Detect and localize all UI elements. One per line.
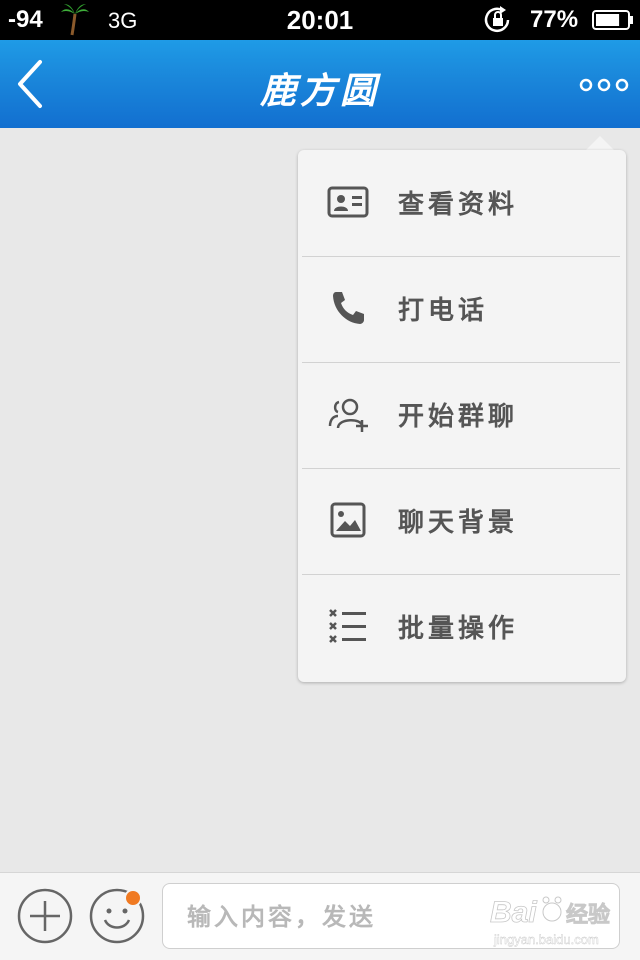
status-bar: -94 3G 20:01 77% bbox=[0, 0, 640, 40]
watermark-brand: Bai bbox=[490, 896, 537, 929]
page-title: 鹿方圆 bbox=[259, 70, 380, 112]
nav-bar: 鹿方圆 bbox=[0, 40, 640, 128]
menu-item-group-chat[interactable]: 开始群聊 bbox=[298, 362, 626, 468]
image-icon bbox=[330, 502, 366, 538]
paw-icon bbox=[542, 896, 562, 922]
baidu-jingyan-watermark: Bai 经验 jingyan.baidu.com bbox=[490, 896, 611, 948]
menu-item-label: 聊天背景 bbox=[398, 508, 519, 538]
popup-menu: 查看资料 打电话 开始群聊 聊天背景 批量操作 bbox=[298, 150, 626, 682]
menu-item-batch-operation[interactable]: 批量操作 bbox=[298, 574, 626, 680]
batch-list-icon bbox=[329, 609, 366, 643]
notification-badge bbox=[124, 889, 142, 907]
battery-percent: 77% bbox=[530, 6, 579, 33]
popup-arrow bbox=[586, 136, 614, 150]
more-dots-icon[interactable] bbox=[574, 70, 634, 100]
battery-icon bbox=[592, 10, 633, 30]
menu-item-label: 查看资料 bbox=[398, 190, 519, 220]
id-card-icon bbox=[327, 186, 369, 218]
phone-icon bbox=[333, 292, 364, 324]
menu-item-label: 批量操作 bbox=[398, 614, 519, 644]
menu-item-chat-background[interactable]: 聊天背景 bbox=[298, 468, 626, 574]
plus-circle-icon[interactable] bbox=[16, 887, 74, 945]
menu-item-call[interactable]: 打电话 bbox=[298, 256, 626, 362]
menu-item-label: 打电话 bbox=[398, 296, 489, 326]
rotation-lock-icon bbox=[484, 6, 510, 33]
add-group-icon bbox=[328, 398, 368, 432]
menu-item-view-profile[interactable]: 查看资料 bbox=[298, 150, 626, 256]
menu-item-label: 开始群聊 bbox=[398, 402, 519, 432]
watermark-suffix: 经验 bbox=[566, 902, 610, 928]
watermark-url: jingyan.baidu.com bbox=[493, 932, 599, 947]
